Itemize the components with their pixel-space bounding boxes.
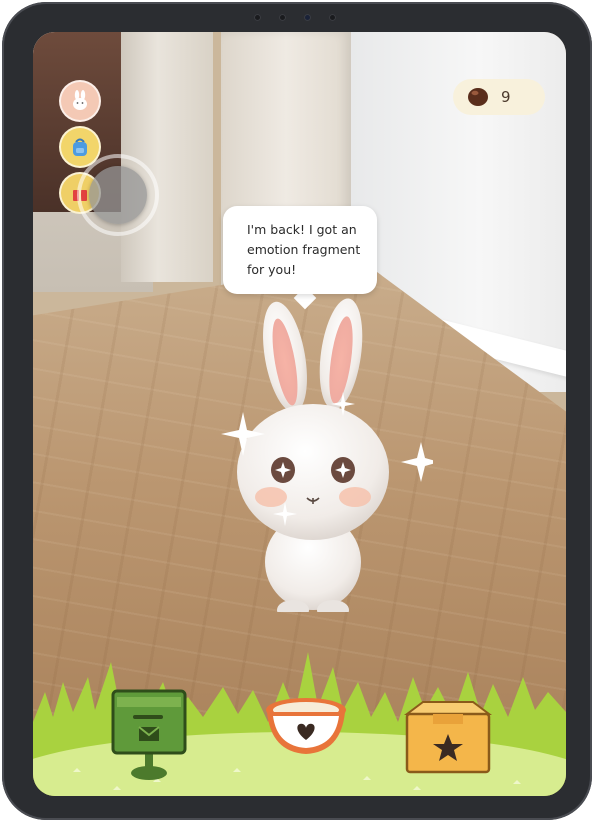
star-box-button[interactable]: [403, 700, 493, 778]
sensor-dot: [279, 13, 286, 21]
bunny-face-icon: [73, 90, 87, 110]
speech-line: emotion fragment: [247, 242, 361, 257]
speech-line: for you!: [247, 262, 297, 277]
tablet-frame: 9 I'm back! I got an emotion fragment fo…: [2, 2, 592, 820]
joystick-knob[interactable]: [89, 166, 147, 224]
food-bowl-button[interactable]: [261, 696, 351, 758]
mailbox-button[interactable]: [107, 687, 191, 783]
currency-pill: 9: [453, 79, 545, 115]
bean-icon: [468, 88, 488, 106]
camera-bar: [240, 13, 350, 21]
bunny-character[interactable]: [193, 292, 433, 612]
speech-bubble: I'm back! I got an emotion fragment for …: [223, 206, 377, 294]
sensor-dot: [329, 13, 336, 21]
ar-screen: 9 I'm back! I got an emotion fragment fo…: [33, 32, 566, 796]
pet-button[interactable]: [59, 80, 101, 122]
currency-count: 9: [501, 88, 511, 106]
sensor-dot: [254, 13, 261, 21]
camera-lens: [304, 13, 311, 21]
speech-text: I'm back! I got an emotion fragment for …: [247, 220, 371, 280]
backpack-icon: [73, 138, 87, 156]
envelope-icon: [138, 726, 160, 741]
speech-line: I'm back! I got an: [247, 222, 357, 237]
joystick[interactable]: [77, 154, 159, 236]
